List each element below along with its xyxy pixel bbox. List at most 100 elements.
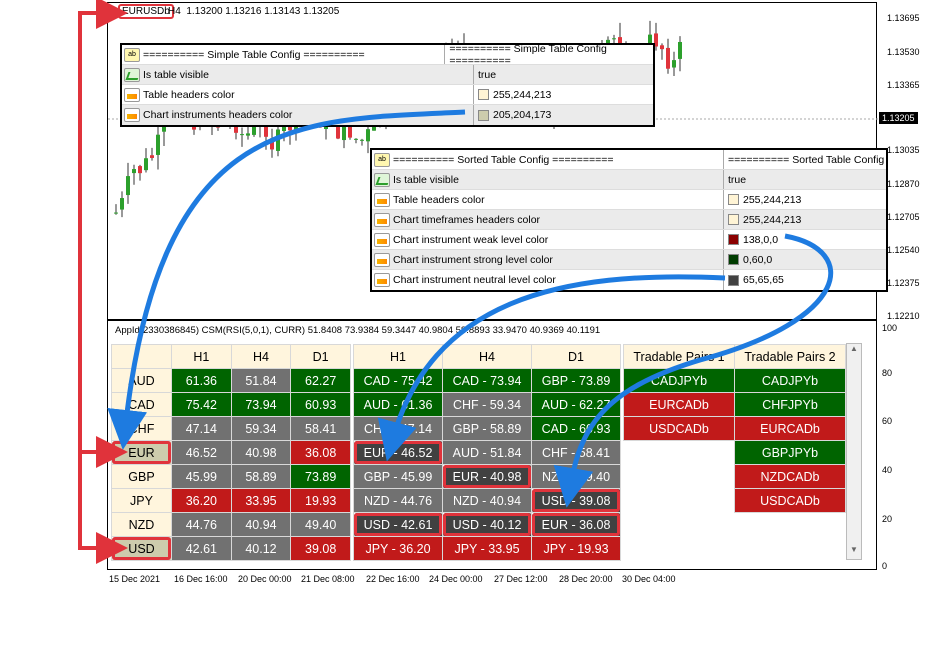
- table-row: NZD 44.76 40.94 49.40: [111, 512, 351, 537]
- corner-cell: [111, 344, 172, 369]
- tradable-pair: CADJPYb: [623, 368, 735, 393]
- candle: [138, 166, 142, 174]
- config-row[interactable]: Is table visible true: [122, 65, 653, 85]
- scroll-down-icon[interactable]: ▼: [847, 545, 861, 559]
- strength-value: 73.94: [230, 392, 292, 417]
- strength-value: 73.89: [290, 464, 351, 489]
- config-param-name: Is table visible: [122, 65, 474, 84]
- param-value[interactable]: 255,244,213: [493, 89, 551, 101]
- table-row: USDCADb: [624, 488, 846, 513]
- candle: [132, 169, 136, 174]
- config-row[interactable]: Chart instrument neutral level color 65,6…: [372, 270, 886, 290]
- config-row[interactable]: Table headers color 255,244,213: [372, 190, 886, 210]
- config-param-value[interactable]: 205,204,173: [474, 105, 551, 125]
- currency-label: AUD: [111, 368, 172, 393]
- indicator-tick: 60: [882, 416, 893, 426]
- table-scrollbar[interactable]: ▲ ▼: [846, 343, 862, 560]
- time-tick: 24 Dec 00:00: [429, 574, 483, 584]
- color-swatch[interactable]: [728, 254, 739, 265]
- tradable-pairs-2-header: Tradable Pairs 2: [734, 344, 846, 369]
- tradable-pairs-table: Tradable Pairs 1 Tradable Pairs 2 CADJPYb C…: [623, 344, 846, 561]
- sorted-strength-cell: GBP - 73.89: [531, 368, 621, 393]
- sorted-strength-cell: CAD - 73.94: [442, 368, 532, 393]
- color-swatch[interactable]: [728, 214, 739, 225]
- table-row: GBP 45.99 58.89 73.89: [111, 464, 351, 489]
- symbol-label[interactable]: EURUSDb: [118, 4, 174, 19]
- scroll-up-icon[interactable]: ▲: [847, 344, 861, 358]
- strength-value: 45.99: [171, 464, 232, 489]
- tradable-pair: NZDCADb: [734, 464, 846, 489]
- config-param-name: Chart instruments headers color: [122, 105, 474, 125]
- config-param-value[interactable]: 255,244,213: [724, 210, 801, 229]
- current-price-label: 1.13205: [879, 112, 918, 124]
- table-row: CAD - 75.42 CAD - 73.94 GBP - 73.89: [353, 368, 621, 393]
- param-value[interactable]: 138,0,0: [743, 234, 778, 246]
- strength-value: 46.52: [171, 440, 232, 465]
- param-value[interactable]: true: [728, 174, 746, 186]
- color-swatch[interactable]: [478, 89, 489, 100]
- ohlc-values: 1.13200 1.13216 1.13143 1.13205: [186, 6, 340, 17]
- strength-value: 47.14: [171, 416, 232, 441]
- sorted-table-config-panel: ab ========== Sorted Table Config =======…: [370, 148, 888, 292]
- ohlc-readout: H4 1.13200 1.13216 1.13143 1.13205: [168, 6, 339, 17]
- config-header-label: ab ========== Simple Table Config =======…: [122, 45, 446, 64]
- sorted-strength-cell: USD - 40.12: [442, 512, 532, 537]
- currency-label: EUR: [111, 440, 172, 465]
- config-row[interactable]: Is table visible true: [372, 170, 886, 190]
- param-value[interactable]: 255,244,213: [743, 194, 801, 206]
- table-row: GBP - 45.99 EUR - 40.98 NZD - 49.40: [353, 464, 621, 489]
- color-swatch[interactable]: [478, 109, 489, 121]
- config-param-value[interactable]: true: [724, 170, 746, 189]
- config-param-value[interactable]: true: [474, 65, 496, 84]
- strength-value: 19.93: [290, 488, 351, 513]
- sorted-strength-cell: JPY - 36.20: [353, 536, 443, 561]
- strength-value: 49.40: [290, 512, 351, 537]
- config-param-value[interactable]: 138,0,0: [724, 230, 778, 249]
- config-header-text: ========== Simple Table Config =========…: [449, 42, 607, 67]
- config-param-name: Chart instrument neutral level color: [372, 270, 724, 290]
- price-tick: 1.12705: [887, 212, 920, 222]
- candle: [240, 134, 244, 136]
- color-swatch[interactable]: [728, 194, 739, 205]
- price-tick: 1.12870: [887, 179, 920, 189]
- param-value[interactable]: 65,65,65: [743, 274, 784, 286]
- param-value[interactable]: true: [478, 69, 496, 81]
- table-row: EURCADb CHFJPYb: [623, 392, 846, 417]
- sorted-strength-cell: USD - 39.08: [531, 488, 621, 513]
- sorted-strength-cell: NZD - 49.40: [531, 464, 621, 489]
- config-row[interactable]: Chart instruments headers color 205,204,1…: [122, 105, 653, 125]
- sorted-strength-cell: AUD - 62.27: [531, 392, 621, 417]
- strength-value: 60.93: [290, 392, 351, 417]
- indicator-tick: 0: [882, 561, 888, 571]
- color-swatch[interactable]: [728, 234, 739, 245]
- tradable-pair: USDCADb: [734, 488, 846, 513]
- time-tick: 20 Dec 00:00: [238, 574, 292, 584]
- config-row[interactable]: Chart timeframes headers color 255,244,21…: [372, 210, 886, 230]
- config-param-value[interactable]: 0,60,0: [724, 250, 772, 269]
- param-label: Chart instrument neutral level color: [393, 274, 556, 286]
- param-value[interactable]: 0,60,0: [743, 254, 772, 266]
- config-param-value[interactable]: 255,244,213: [724, 190, 801, 209]
- config-param-value[interactable]: 65,65,65: [724, 270, 784, 290]
- param-value[interactable]: 205,204,173: [493, 109, 551, 121]
- config-row[interactable]: Chart instrument weak level color 138,0,0: [372, 230, 886, 250]
- empty-cell: [624, 537, 735, 561]
- candle: [270, 138, 274, 150]
- table-row: JPY - 36.20 JPY - 33.95 JPY - 19.93: [353, 536, 621, 561]
- strength-value: 75.42: [171, 392, 232, 417]
- config-param-value[interactable]: 255,244,213: [474, 85, 551, 104]
- config-row[interactable]: Table headers color 255,244,213: [122, 85, 653, 105]
- sorted-strength-table: H1 H4 D1 CAD - 75.42 CAD - 73.94 GBP - 73.89 A…: [353, 344, 621, 561]
- config-row[interactable]: Chart instrument strong level color 0,60,…: [372, 250, 886, 270]
- table-row: USD 42.61 40.12 39.08: [111, 536, 351, 561]
- color-icon: [124, 108, 140, 122]
- param-value[interactable]: 255,244,213: [743, 214, 801, 226]
- currency-label: JPY: [111, 488, 172, 513]
- sorted-strength-cell: CHF - 47.14: [353, 416, 443, 441]
- table-row: [624, 513, 846, 537]
- table-row: USDCADb EURCADb: [623, 416, 846, 441]
- color-swatch[interactable]: [728, 274, 739, 286]
- config-header-text: ========== Sorted Table Config =========…: [393, 153, 614, 166]
- config-param-name: Chart timeframes headers color: [372, 210, 724, 229]
- param-label: Chart timeframes headers color: [393, 213, 541, 226]
